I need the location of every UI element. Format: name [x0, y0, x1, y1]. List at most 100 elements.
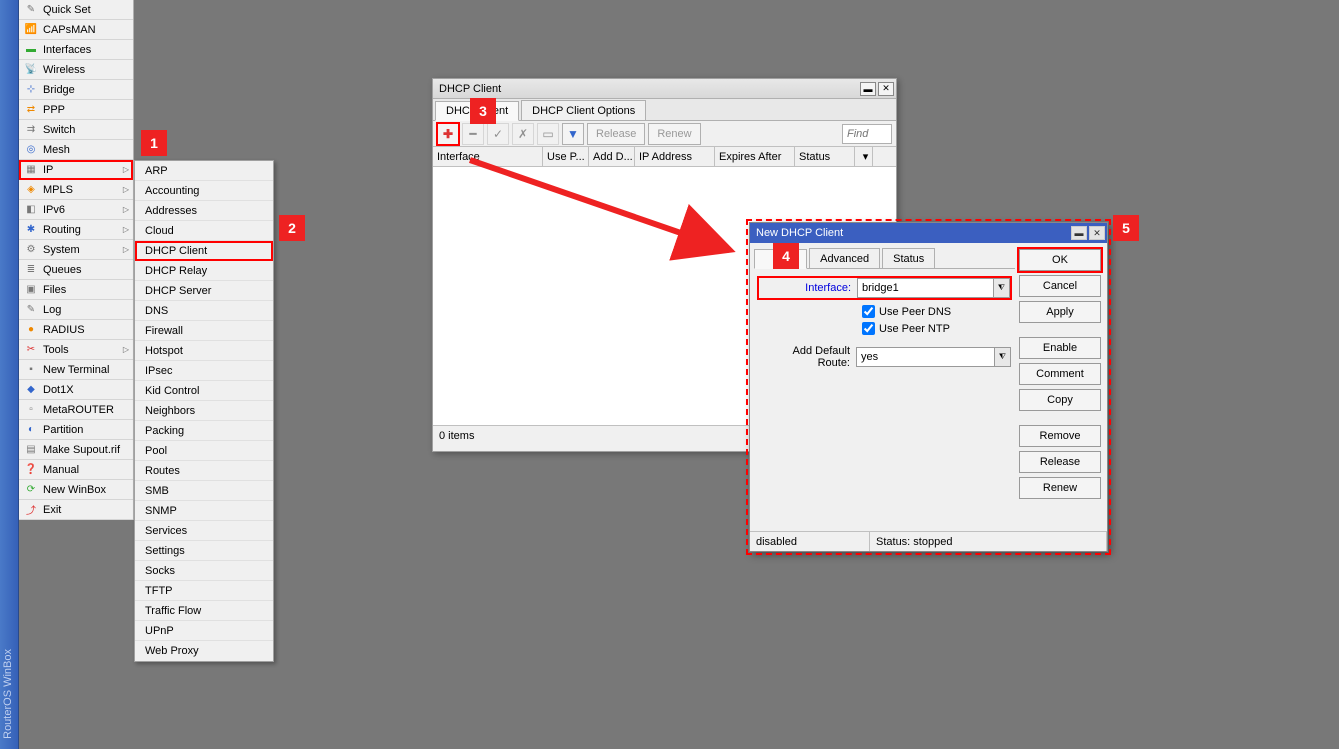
menu-tools[interactable]: ✂Tools▷	[19, 340, 133, 360]
menu-icon: ◆	[23, 382, 39, 398]
submenu-tftp[interactable]: TFTP	[135, 581, 273, 601]
submenu-ipsec[interactable]: IPsec	[135, 361, 273, 381]
app-title: RouterOS WinBox	[2, 649, 14, 739]
menu-switch[interactable]: ⇉Switch	[19, 120, 133, 140]
add-button[interactable]: ✚	[437, 123, 459, 145]
menu-interfaces[interactable]: ▬Interfaces	[19, 40, 133, 60]
renew-button[interactable]: Renew	[1019, 477, 1101, 499]
menu-ipv6[interactable]: ◧IPv6▷	[19, 200, 133, 220]
chevron-right-icon: ▷	[123, 345, 129, 354]
submenu-packing[interactable]: Packing	[135, 421, 273, 441]
menu-mpls[interactable]: ◈MPLS▷	[19, 180, 133, 200]
submenu-addresses[interactable]: Addresses	[135, 201, 273, 221]
menu-icon: ⇉	[23, 122, 39, 138]
apply-button[interactable]: Apply	[1019, 301, 1101, 323]
col-dropdown-icon[interactable]: ▾	[855, 147, 873, 166]
submenu-dhcp-client[interactable]: DHCP Client	[135, 241, 273, 261]
chevron-right-icon: ▷	[123, 165, 129, 174]
tab-dhcp-client-options[interactable]: DHCP Client Options	[521, 100, 646, 120]
col-ip-address[interactable]: IP Address	[635, 147, 715, 166]
menu-new-winbox[interactable]: ⟳New WinBox	[19, 480, 133, 500]
enable-button[interactable]: ✓	[487, 123, 509, 145]
submenu-arp[interactable]: ARP	[135, 161, 273, 181]
col-use-peer[interactable]: Use P...	[543, 147, 589, 166]
submenu-smb[interactable]: SMB	[135, 481, 273, 501]
submenu-routes[interactable]: Routes	[135, 461, 273, 481]
marker-3: 3	[470, 98, 496, 124]
comment-button[interactable]: ▭	[537, 123, 559, 145]
use-peer-dns-checkbox[interactable]	[862, 305, 875, 318]
tab-advanced[interactable]: Advanced	[809, 248, 880, 268]
submenu-dhcp-server[interactable]: DHCP Server	[135, 281, 273, 301]
menu-icon: ⇄	[23, 102, 39, 118]
interface-label: Interface:	[759, 282, 857, 294]
default-route-select[interactable]: yes ⧨	[856, 347, 1011, 367]
menu-mesh[interactable]: ◎Mesh	[19, 140, 133, 160]
submenu-neighbors[interactable]: Neighbors	[135, 401, 273, 421]
comment-button[interactable]: Comment	[1019, 363, 1101, 385]
menu-exit[interactable]: ⤴Exit	[19, 500, 133, 520]
submenu-cloud[interactable]: Cloud	[135, 221, 273, 241]
minimize-button[interactable]: ▬	[860, 82, 876, 96]
submenu-upnp[interactable]: UPnP	[135, 621, 273, 641]
submenu-pool[interactable]: Pool	[135, 441, 273, 461]
ok-button[interactable]: OK	[1019, 249, 1101, 271]
submenu-snmp[interactable]: SNMP	[135, 501, 273, 521]
col-add-default[interactable]: Add D...	[589, 147, 635, 166]
menu-system[interactable]: ⚙System▷	[19, 240, 133, 260]
submenu-settings[interactable]: Settings	[135, 541, 273, 561]
menu-routing[interactable]: ✱Routing▷	[19, 220, 133, 240]
menu-partition[interactable]: ◐Partition	[19, 420, 133, 440]
release-button[interactable]: Release	[1019, 451, 1101, 473]
main-menu: ✎Quick Set📶CAPsMAN▬Interfaces📡Wireless⊹B…	[19, 0, 134, 520]
submenu-services[interactable]: Services	[135, 521, 273, 541]
dropdown-icon[interactable]: ⧨	[994, 348, 1010, 366]
menu-make-supout-rif[interactable]: ▤Make Supout.rif	[19, 440, 133, 460]
disable-button[interactable]: ✗	[512, 123, 534, 145]
col-interface[interactable]: Interface	[433, 147, 543, 166]
submenu-socks[interactable]: Socks	[135, 561, 273, 581]
menu-capsman[interactable]: 📶CAPsMAN	[19, 20, 133, 40]
menu-bridge[interactable]: ⊹Bridge	[19, 80, 133, 100]
filter-button[interactable]: ▼	[562, 123, 584, 145]
menu-log[interactable]: ✎Log	[19, 300, 133, 320]
minimize-button[interactable]: ▬	[1071, 226, 1087, 240]
menu-icon: ●	[23, 322, 39, 338]
submenu-web-proxy[interactable]: Web Proxy	[135, 641, 273, 661]
release-button[interactable]: Release	[587, 123, 645, 145]
close-button[interactable]: ✕	[878, 82, 894, 96]
menu-ppp[interactable]: ⇄PPP	[19, 100, 133, 120]
submenu-dhcp-relay[interactable]: DHCP Relay	[135, 261, 273, 281]
submenu-traffic-flow[interactable]: Traffic Flow	[135, 601, 273, 621]
menu-ip[interactable]: ▦IP▷	[19, 160, 133, 180]
menu-dot1x[interactable]: ◆Dot1X	[19, 380, 133, 400]
menu-new-terminal[interactable]: ▪New Terminal	[19, 360, 133, 380]
copy-button[interactable]: Copy	[1019, 389, 1101, 411]
dialog-titlebar: New DHCP Client ▬ ✕	[750, 223, 1107, 243]
dropdown-icon[interactable]: ⧨	[993, 279, 1009, 297]
submenu-hotspot[interactable]: Hotspot	[135, 341, 273, 361]
remove-button[interactable]: Remove	[1019, 425, 1101, 447]
menu-quick-set[interactable]: ✎Quick Set	[19, 0, 133, 20]
submenu-accounting[interactable]: Accounting	[135, 181, 273, 201]
menu-metarouter[interactable]: ▫MetaROUTER	[19, 400, 133, 420]
tab-status[interactable]: Status	[882, 248, 935, 268]
submenu-kid-control[interactable]: Kid Control	[135, 381, 273, 401]
use-peer-ntp-checkbox[interactable]	[862, 322, 875, 335]
find-input[interactable]	[842, 124, 892, 144]
menu-queues[interactable]: ≣Queues	[19, 260, 133, 280]
menu-manual[interactable]: ❓Manual	[19, 460, 133, 480]
interface-select[interactable]: bridge1 ⧨	[857, 278, 1010, 298]
remove-button[interactable]: ━	[462, 123, 484, 145]
close-button[interactable]: ✕	[1089, 226, 1105, 240]
enable-button[interactable]: Enable	[1019, 337, 1101, 359]
submenu-dns[interactable]: DNS	[135, 301, 273, 321]
menu-wireless[interactable]: 📡Wireless	[19, 60, 133, 80]
col-status[interactable]: Status	[795, 147, 855, 166]
cancel-button[interactable]: Cancel	[1019, 275, 1101, 297]
menu-radius[interactable]: ●RADIUS	[19, 320, 133, 340]
submenu-firewall[interactable]: Firewall	[135, 321, 273, 341]
col-expires-after[interactable]: Expires After	[715, 147, 795, 166]
renew-button[interactable]: Renew	[648, 123, 700, 145]
menu-files[interactable]: ▣Files	[19, 280, 133, 300]
